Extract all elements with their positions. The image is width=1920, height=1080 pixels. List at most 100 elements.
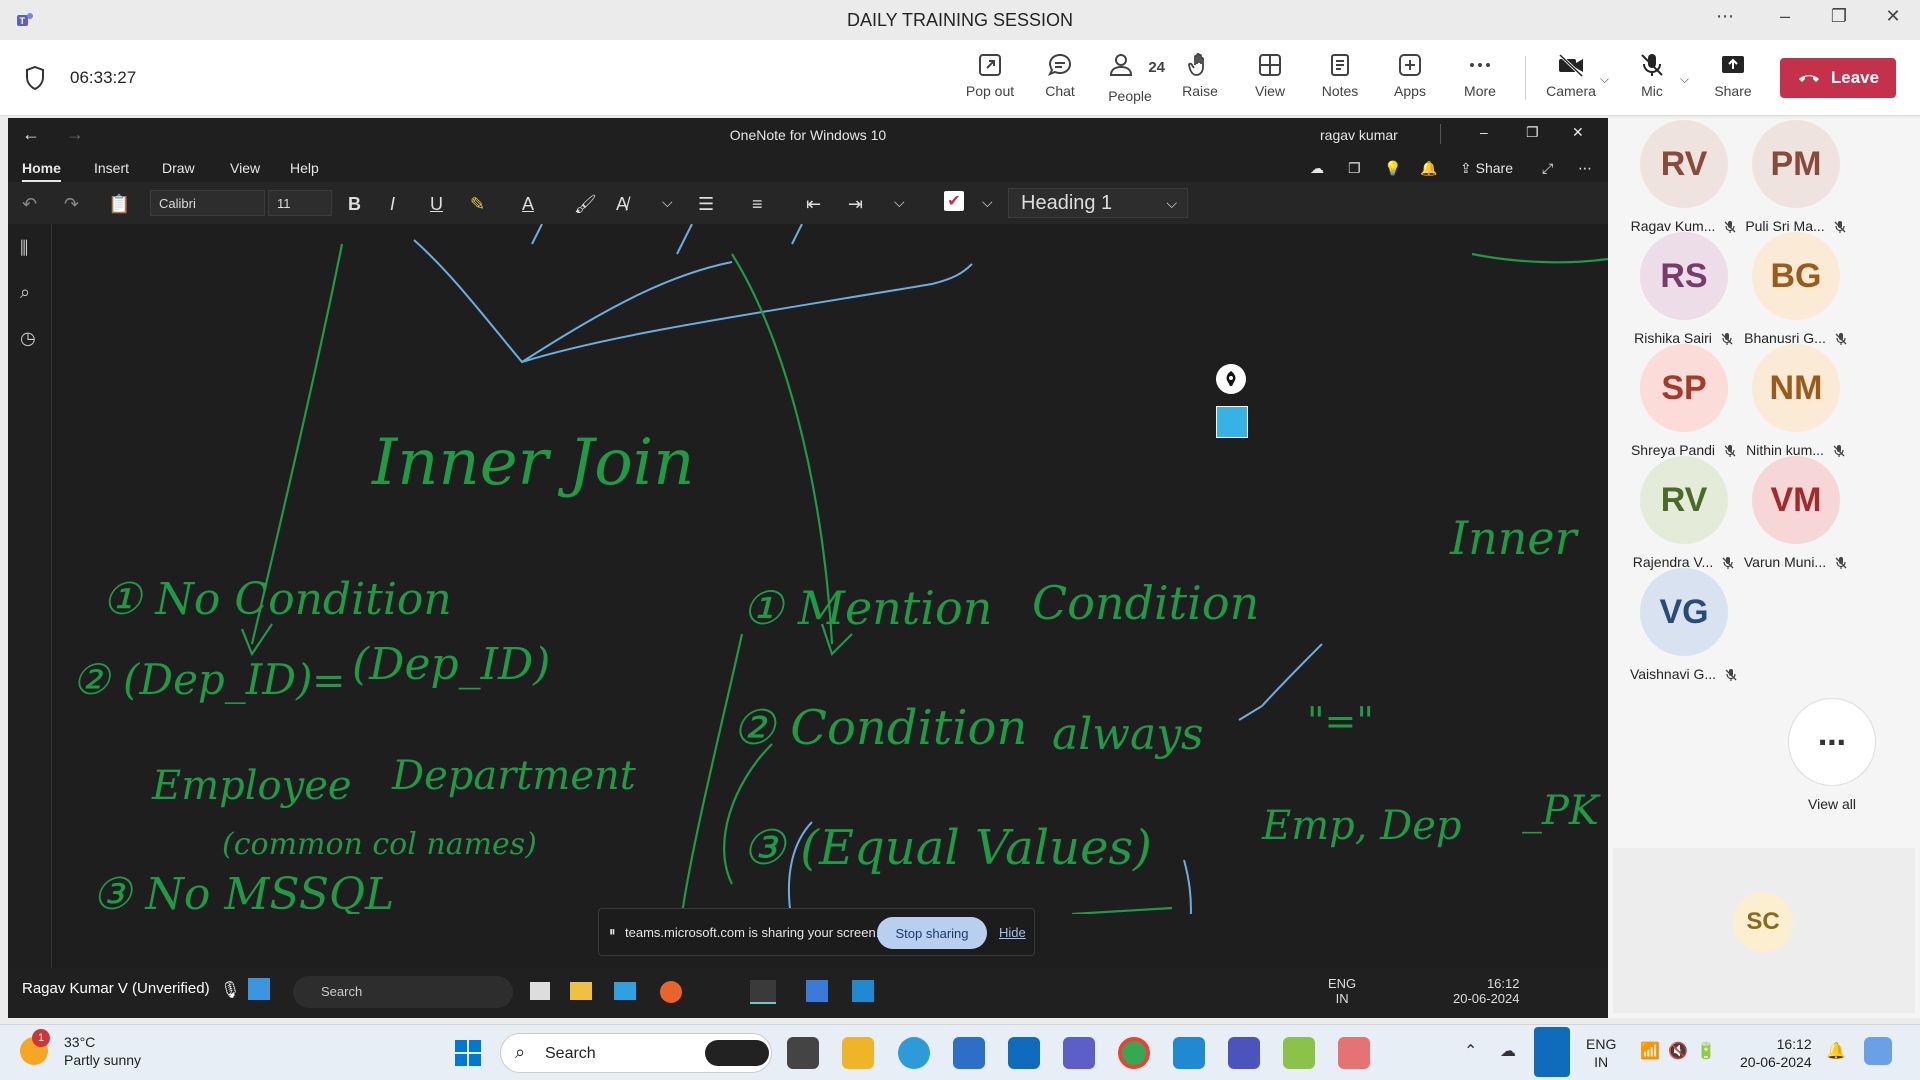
leave-button[interactable]: Leave <box>1780 58 1896 98</box>
note-canvas[interactable]: Inner Join Inner ① No Condition ② (Dep_I… <box>52 223 1608 1015</box>
participant-tile[interactable]: NM Nithin kum... <box>1727 344 1865 458</box>
participant-tile[interactable]: VG Vaishnavi G... <box>1615 568 1753 682</box>
tag-dropdown-chevron-icon[interactable]: ⌵ <box>982 194 993 211</box>
chat-button[interactable]: Chat <box>1025 52 1095 101</box>
bullets-icon[interactable]: ☰ <box>698 194 714 215</box>
onenote-minimize-icon[interactable]: – <box>1480 124 1488 140</box>
sync-icon[interactable]: ☁ <box>1310 160 1324 177</box>
participant-avatar: PM <box>1752 120 1840 208</box>
font-name-field[interactable]: Calibri <box>150 190 265 216</box>
sticky-notes-icon[interactable]: ❐ <box>1348 160 1361 177</box>
minimize-icon[interactable]: – <box>1770 6 1800 27</box>
clear-format-icon[interactable]: A̸ <box>616 194 628 215</box>
maximize-icon[interactable]: ❐ <box>1824 6 1854 27</box>
teams-new-icon[interactable] <box>1228 1037 1260 1069</box>
apps-button[interactable]: Apps <box>1375 52 1445 101</box>
more-button[interactable]: More <box>1445 52 1515 101</box>
underline-icon[interactable]: U <box>430 194 443 215</box>
ink-condition: Condition <box>1032 576 1259 630</box>
presenter-start-icon <box>248 978 270 1000</box>
italic-icon[interactable]: I <box>390 194 395 215</box>
raise-hand-button[interactable]: Raise <box>1165 52 1235 101</box>
battery-icon[interactable]: 🔋 <box>1696 1041 1716 1061</box>
onedrive-icon[interactable]: ☁ <box>1500 1041 1516 1061</box>
window-more-icon[interactable]: ⋯ <box>1710 6 1740 27</box>
teams-icon[interactable] <box>1063 1037 1095 1069</box>
vscode-icon[interactable] <box>1173 1037 1205 1069</box>
onenote-maximize-icon[interactable]: ❐ <box>1526 124 1539 141</box>
share-button[interactable]: Share <box>1698 52 1768 101</box>
windows-start-icon[interactable] <box>452 1037 484 1069</box>
tray-chevron-icon[interactable]: ⌃ <box>1464 1041 1477 1061</box>
mic-button[interactable]: Mic <box>1617 52 1687 101</box>
view-button[interactable]: View <box>1235 52 1305 101</box>
shared-screen: ← → OneNote for Windows 10 ragav kumar –… <box>8 118 1608 1018</box>
outdent-icon[interactable]: ⇤ <box>806 194 821 215</box>
highlight-icon[interactable]: ✎ <box>470 194 485 215</box>
format-painter-icon[interactable]: 🖌 <box>574 194 597 215</box>
participant-avatar: BG <box>1752 232 1840 320</box>
tab-insert[interactable]: Insert <box>94 160 129 176</box>
list-dropdown-chevron-icon[interactable]: ⌵ <box>894 194 905 211</box>
edge-icon[interactable] <box>898 1037 930 1069</box>
mic-options-chevron-icon[interactable]: ⌵ <box>1680 72 1689 87</box>
todo-checkbox-icon[interactable]: ✔ <box>944 191 964 211</box>
language-indicator[interactable]: ENG IN <box>1586 1035 1616 1071</box>
redo-icon[interactable]: ↷ <box>64 194 79 215</box>
fullscreen-icon[interactable]: ⤢ <box>1542 160 1553 177</box>
snip-sketch-icon[interactable] <box>1338 1037 1370 1069</box>
people-button[interactable]: 24 People <box>1095 52 1165 106</box>
windows-taskbar: 1 33°C Partly sunny ⌕ Search ⌃ ☁ ENG IN 📶 <box>0 1024 1920 1080</box>
onenote-share-button[interactable]: ⇪ Share <box>1460 160 1513 177</box>
ink-dep-id-left: ② (Dep_ID) <box>72 655 312 704</box>
camera-options-chevron-icon[interactable]: ⌵ <box>1600 72 1609 87</box>
chrome-icon[interactable] <box>1118 1037 1150 1069</box>
bold-icon[interactable]: B <box>348 194 361 215</box>
tab-help[interactable]: Help <box>290 160 319 176</box>
format-dropdown-chevron-icon[interactable]: ⌵ <box>662 194 673 211</box>
camera-button[interactable]: Camera <box>1536 52 1606 101</box>
participant-tile[interactable]: PM Puli Sri Ma... <box>1727 120 1865 234</box>
participant-tile[interactable]: VM Varun Muni... <box>1727 456 1865 570</box>
recent-clock-icon[interactable]: ◷ <box>20 328 36 349</box>
active-speaker-tile[interactable]: SC <box>1613 848 1915 1013</box>
taskview-icon[interactable] <box>787 1037 819 1069</box>
onenote-close-icon[interactable]: ✕ <box>1572 124 1584 141</box>
style-select[interactable]: Heading 1 ⌵ <box>1008 188 1188 218</box>
tab-view[interactable]: View <box>230 160 260 176</box>
font-color-icon[interactable]: A <box>522 194 534 215</box>
mic-active-icon[interactable] <box>1534 1027 1570 1077</box>
font-size-field[interactable]: 11 <box>268 190 332 216</box>
close-icon[interactable]: ✕ <box>1878 6 1908 27</box>
stop-sharing-button[interactable]: Stop sharing <box>877 917 987 949</box>
participant-tile[interactable]: BG Bhanusri G... <box>1727 232 1865 346</box>
tab-draw[interactable]: Draw <box>162 160 195 176</box>
view-all-tile[interactable]: ⋯ View all <box>1763 698 1901 812</box>
indent-icon[interactable]: ⇥ <box>848 194 863 215</box>
notebooks-icon[interactable]: ⫼ <box>20 238 28 259</box>
onenote-more-icon[interactable]: ⋯ <box>1578 160 1592 177</box>
popout-icon <box>979 54 1001 76</box>
lightbulb-icon[interactable]: 💡 <box>1384 160 1401 177</box>
snipping-tool-icon[interactable] <box>1283 1037 1315 1069</box>
undo-icon[interactable]: ↶ <box>22 194 37 215</box>
system-clock[interactable]: 16:12 20-06-2024 <box>1740 1035 1812 1071</box>
store-icon[interactable] <box>953 1037 985 1069</box>
volume-muted-icon[interactable]: 🔇 <box>1668 1041 1688 1061</box>
bell-icon[interactable]: 🔔 <box>1420 160 1437 177</box>
numbering-icon[interactable]: ≡ <box>752 194 763 215</box>
copilot-icon[interactable] <box>1864 1037 1892 1065</box>
people-label: People <box>1108 88 1152 104</box>
search-icon[interactable]: ⌕ <box>20 282 30 303</box>
file-explorer-icon[interactable] <box>842 1037 874 1069</box>
tab-home[interactable]: Home <box>22 160 61 182</box>
popout-button[interactable]: Pop out <box>955 52 1025 101</box>
wifi-icon[interactable]: 📶 <box>1640 1041 1660 1061</box>
notes-button[interactable]: Notes <box>1305 52 1375 101</box>
notification-bell-icon[interactable]: 🔔 <box>1826 1041 1846 1061</box>
taskbar-search[interactable]: ⌕ Search <box>500 1033 772 1073</box>
view-all-label: View all <box>1808 796 1856 812</box>
outlook-icon[interactable] <box>1008 1037 1040 1069</box>
clipboard-icon[interactable]: 📋 <box>108 194 130 215</box>
hide-link[interactable]: Hide <box>999 925 1026 940</box>
